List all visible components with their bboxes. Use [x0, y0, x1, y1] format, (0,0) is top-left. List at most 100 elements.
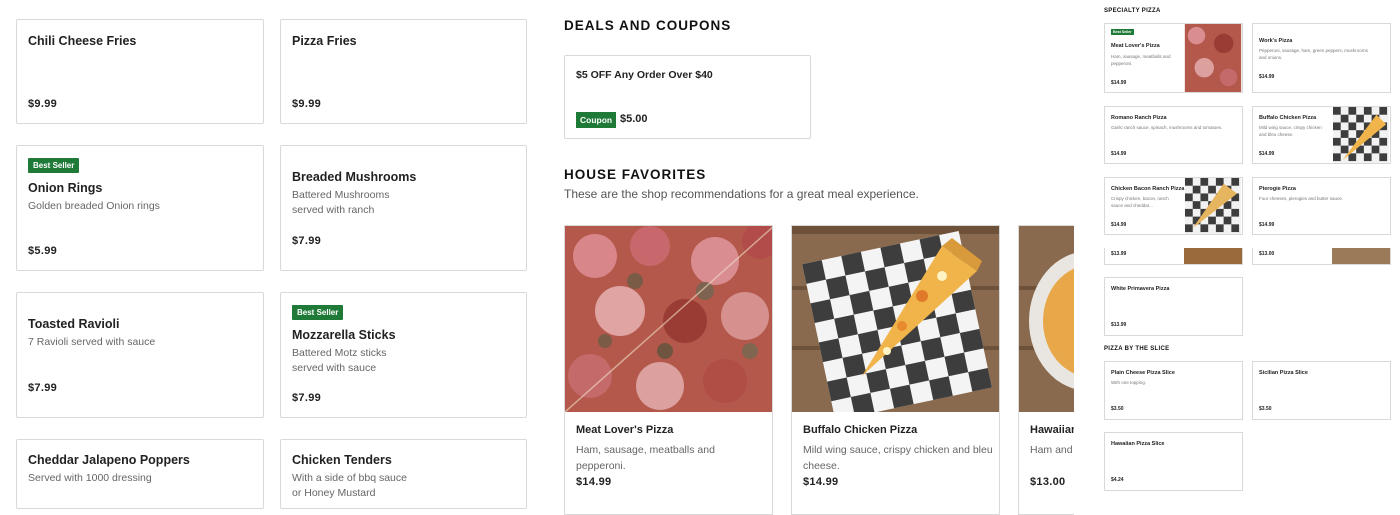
menu-item-card[interactable]: Chili Cheese Fries $9.99: [16, 19, 264, 124]
menu-item-card[interactable]: Best Seller Mozzarella Sticks Battered M…: [280, 292, 527, 418]
favorite-title: Meat Lover's Pizza: [576, 424, 674, 436]
coupon-amount: $5.00: [620, 113, 648, 125]
mini-description: With one topping.: [1111, 380, 1147, 385]
item-description: 7 Ravioli served with sauce: [28, 336, 156, 348]
menu-item-card[interactable]: Best Seller Onion Rings Golden breaded O…: [16, 145, 264, 271]
favorite-price: $14.99: [803, 476, 839, 488]
item-description: Served with 1000 dressing: [28, 472, 152, 484]
meat-lovers-thumbnail: [1184, 24, 1242, 92]
mini-description: Mild wing sauce, crispy chicken and bleu…: [1259, 125, 1322, 137]
best-seller-badge: Best Seller: [292, 305, 344, 320]
item-price: $9.99: [292, 98, 322, 110]
favorite-price: $13.00: [1030, 476, 1066, 488]
mini-price: $13.00: [1259, 251, 1275, 257]
mini-title: Sicilian Pizza Slice: [1259, 370, 1308, 376]
mini-item-card[interactable]: Work's Pizza Pepperoni, sausage, ham, gr…: [1252, 23, 1391, 93]
menu-item-card[interactable]: Breaded Mushrooms Battered Mushrooms ser…: [280, 145, 527, 271]
favorites-subtitle: These are the shop recommendations for a…: [564, 187, 919, 201]
mini-item-card[interactable]: Pierogie Pizza Four cheeses, pierogies a…: [1252, 177, 1391, 235]
meat-lovers-pizza-image: [565, 226, 772, 412]
coupon-card[interactable]: $5 OFF Any Order Over $40 Coupon $5.00: [564, 55, 811, 139]
mini-price: $14.99: [1111, 80, 1127, 86]
favorite-description: Mild wing sauce, crispy chicken and bleu…: [803, 444, 993, 472]
item-price: $7.99: [28, 382, 58, 394]
item-title: Onion Rings: [28, 181, 103, 195]
favorites-heading: HOUSE FAVORITES: [564, 167, 707, 182]
specialty-heading: SPECIALTY PIZZA: [1104, 8, 1161, 14]
mini-title: Plain Cheese Pizza Slice: [1111, 370, 1175, 376]
item-description: Battered Mushrooms served with ranch: [292, 189, 390, 216]
item-title: Cheddar Jalapeno Poppers: [28, 453, 190, 467]
mini-price: $14.99: [1259, 74, 1275, 80]
favorite-price: $14.99: [576, 476, 612, 488]
favorite-card[interactable]: Meat Lover's Pizza Ham, sausage, meatbal…: [564, 225, 773, 515]
mini-price: $13.99: [1111, 251, 1127, 257]
item-title: Toasted Ravioli: [28, 317, 120, 331]
favorite-title: Hawaiian: [1030, 424, 1074, 436]
item-title: Mozzarella Sticks: [292, 328, 396, 342]
deals-heading: DEALS AND COUPONS: [564, 18, 732, 33]
mini-description: Garlic ranch sauce, spinach, mushrooms a…: [1111, 125, 1223, 130]
mini-item-card[interactable]: Sicilian Pizza Slice $3.50: [1252, 361, 1391, 420]
best-seller-badge: Best Seller: [28, 158, 80, 173]
mini-title: Buffalo Chicken Pizza: [1259, 115, 1317, 121]
buffalo-chicken-pizza-image: [792, 226, 999, 412]
item-title: Breaded Mushrooms: [292, 170, 417, 184]
mini-item-card[interactable]: Chicken Bacon Ranch Pizza Crispy chicken…: [1104, 177, 1243, 235]
item-price: $7.99: [292, 235, 322, 247]
mini-description: Pepperoni, sausage, ham, green peppers, …: [1259, 48, 1368, 60]
mini-title: Romano Ranch Pizza: [1111, 115, 1167, 121]
mini-item-card[interactable]: $13.99: [1104, 248, 1243, 265]
menu-item-card[interactable]: Pizza Fries $9.99: [280, 19, 527, 124]
mini-price: $3.50: [1111, 406, 1124, 412]
item-price: $5.99: [28, 245, 58, 257]
mini-item-card[interactable]: White Primavera Pizza $13.99: [1104, 277, 1243, 336]
favorite-description: Ham, sausage, meatballs and pepperoni.: [576, 444, 715, 472]
mini-title: Work's Pizza: [1259, 38, 1293, 44]
mini-title: Pierogie Pizza: [1259, 186, 1296, 192]
mini-item-card[interactable]: Plain Cheese Pizza Slice With one toppin…: [1104, 361, 1243, 420]
mini-item-card[interactable]: Romano Ranch Pizza Garlic ranch sauce, s…: [1104, 106, 1243, 164]
mini-title: Hawaiian Pizza Slice: [1111, 441, 1165, 447]
mini-title: Meat Lover's Pizza: [1111, 43, 1160, 49]
buffalo-chicken-thumbnail: [1333, 107, 1389, 163]
mini-item-card[interactable]: Best Seller Meat Lover's Pizza Ham, saus…: [1104, 23, 1243, 93]
mini-price: $14.99: [1259, 151, 1275, 157]
favorite-description: Ham and: [1030, 444, 1073, 456]
mini-price: $3.50: [1259, 406, 1272, 412]
mini-price: $14.99: [1111, 151, 1127, 157]
mini-price: $14.99: [1111, 222, 1127, 228]
mini-description: Ham, sausage, meatballs and pepperoni.: [1111, 54, 1171, 66]
coupon-title: $5 OFF Any Order Over $40: [576, 69, 713, 81]
mini-title: White Primavera Pizza: [1111, 286, 1170, 292]
mini-title: Chicken Bacon Ranch Pizza: [1111, 186, 1185, 192]
hawaiian-pizza-image: [1019, 226, 1074, 412]
menu-item-card[interactable]: Toasted Ravioli 7 Ravioli served with sa…: [16, 292, 264, 418]
chicken-bacon-ranch-thumbnail: [1185, 178, 1241, 234]
mini-item-card[interactable]: Hawaiian Pizza Slice $4.24: [1104, 432, 1243, 491]
item-price: $9.99: [28, 98, 58, 110]
mini-price: $14.99: [1259, 222, 1275, 228]
menu-item-card[interactable]: Chicken Tenders With a side of bbq sauce…: [280, 439, 527, 509]
item-title: Chili Cheese Fries: [28, 34, 137, 48]
slice-heading: PIZZA BY THE SLICE: [1104, 346, 1170, 352]
mini-description: Crispy chicken, bacon, ranch sauce and c…: [1111, 196, 1169, 208]
item-title: Chicken Tenders: [292, 453, 392, 467]
mini-price: $4.24: [1111, 477, 1124, 483]
item-description: Battered Motz sticks served with sauce: [292, 347, 387, 374]
best-seller-badge: Best Seller: [1111, 29, 1134, 35]
menu-item-card[interactable]: Cheddar Jalapeno Poppers Served with 100…: [16, 439, 264, 509]
favorite-card[interactable]: Buffalo Chicken Pizza Mild wing sauce, c…: [791, 225, 1000, 515]
item-description: Golden breaded Onion rings: [28, 200, 160, 212]
coupon-chip: Coupon: [576, 112, 617, 128]
favorite-card[interactable]: Hawaiian Ham and $13.00: [1018, 225, 1074, 515]
pizza-thumbnail: [1332, 248, 1390, 264]
item-price: $7.99: [292, 392, 322, 404]
mini-item-card[interactable]: $13.00: [1252, 248, 1391, 265]
favorite-title: Buffalo Chicken Pizza: [803, 424, 918, 436]
mini-item-card[interactable]: Buffalo Chicken Pizza Mild wing sauce, c…: [1252, 106, 1391, 164]
pizza-thumbnail: [1184, 248, 1242, 264]
item-description: With a side of bbq sauce or Honey Mustar…: [292, 472, 407, 499]
item-title: Pizza Fries: [292, 34, 357, 48]
mini-price: $13.99: [1111, 322, 1127, 328]
